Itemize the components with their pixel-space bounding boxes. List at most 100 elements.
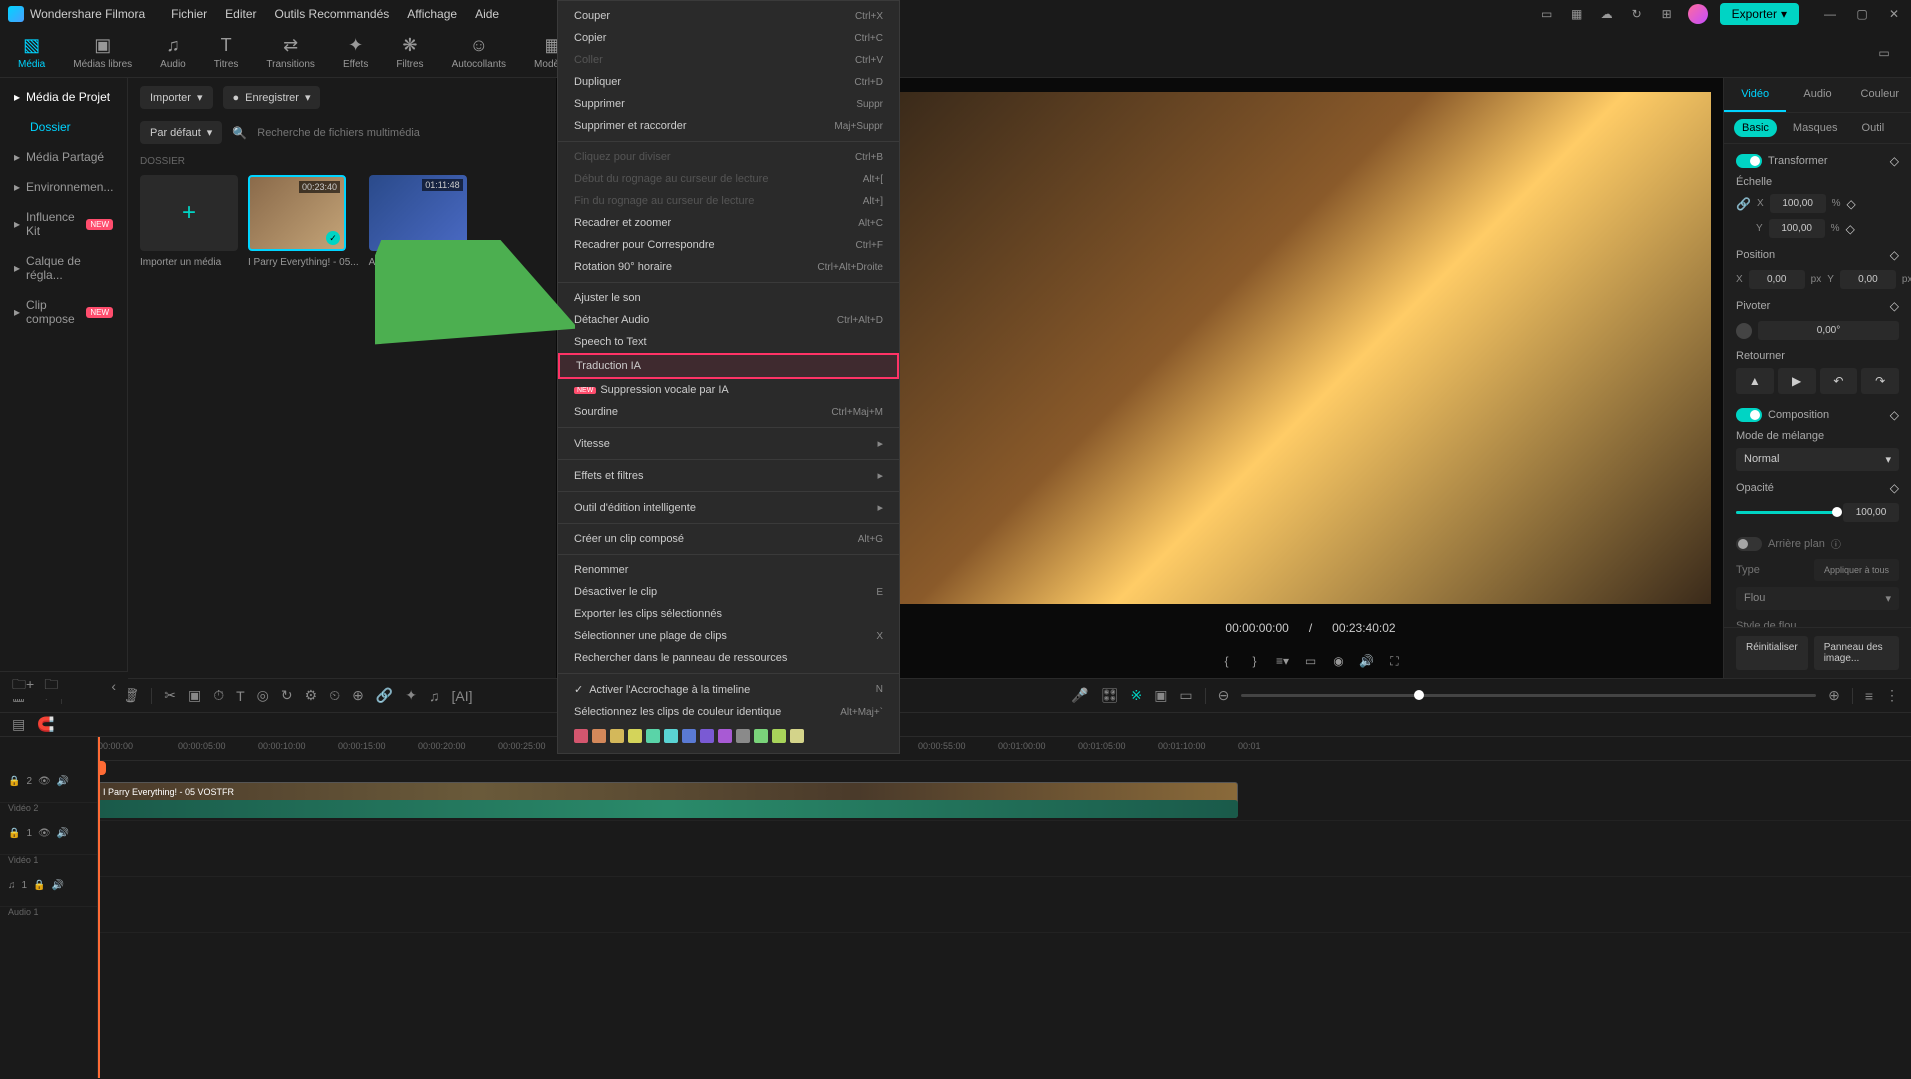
apps-icon[interactable]: ⊞: [1658, 5, 1676, 23]
opacity-input[interactable]: [1843, 503, 1899, 522]
effect-icon2[interactable]: ※: [1130, 687, 1142, 704]
rotate-ccw-button[interactable]: ↶: [1820, 368, 1858, 394]
effects-icon[interactable]: ✦: [405, 687, 417, 704]
swatch[interactable]: [700, 729, 714, 743]
swatch[interactable]: [592, 729, 606, 743]
composition-toggle[interactable]: [1736, 408, 1762, 422]
user-avatar[interactable]: [1688, 4, 1708, 24]
ruler[interactable]: 00:00:0000:00:05:0000:00:10:0000:00:15:0…: [98, 737, 1911, 761]
media-thumb-2[interactable]: 01:11:48: [369, 175, 467, 251]
help-icon[interactable]: ⓘ: [1831, 536, 1841, 551]
media-thumb-1[interactable]: 00:23:40 ✓: [248, 175, 346, 251]
bg-type-select[interactable]: Flou▾: [1736, 587, 1899, 610]
zoom-in-icon[interactable]: ⊕: [1828, 687, 1840, 704]
tool-transitions[interactable]: ⇄ Transitions: [266, 35, 315, 70]
ctx-recadrer-pour-correspondre[interactable]: Recadrer pour CorrespondreCtrl+F: [558, 234, 899, 256]
quality-icon[interactable]: ≡▾: [1274, 652, 1292, 670]
track-label-audio1[interactable]: ♫1🔒🔊: [0, 865, 97, 907]
save-dropdown[interactable]: ● Enregistrer ▾: [223, 86, 321, 109]
ctx-d-sactiver-le-clip[interactable]: Désactiver le clipE: [558, 581, 899, 603]
keyframe-icon[interactable]: ◇: [1890, 299, 1899, 313]
tool-medias-libres[interactable]: ▣ Médias libres: [73, 35, 132, 70]
sidebar-dossier[interactable]: Dossier: [0, 112, 127, 142]
tool-titres[interactable]: T Titres: [214, 35, 239, 70]
ctx-rechercher-dans-le-panneau-de-ressources[interactable]: Rechercher dans le panneau de ressources: [558, 647, 899, 669]
keyframe-icon[interactable]: ◇: [1847, 197, 1856, 211]
import-dropdown[interactable]: Importer ▾: [140, 86, 213, 109]
center-icon[interactable]: ⊕: [352, 687, 364, 704]
crop-icon[interactable]: ▣: [188, 687, 201, 704]
export-button[interactable]: Exporter ▾: [1720, 3, 1799, 25]
track-label-video1[interactable]: 🔒1👁🔊: [0, 813, 97, 855]
fullscreen-icon[interactable]: ⛶: [1386, 652, 1404, 670]
track-video2[interactable]: I Parry Everything! - 05 VOSTFR: [98, 779, 1911, 821]
cut-icon[interactable]: ✂: [164, 687, 176, 704]
sidebar-environnement[interactable]: ▸Environnemen...: [0, 172, 127, 202]
sidebar-media-partage[interactable]: ▸Média Partagé: [0, 142, 127, 172]
ctx-ajuster-le-son[interactable]: Ajuster le son: [558, 287, 899, 309]
snapshot-icon[interactable]: ◉: [1330, 652, 1348, 670]
ctx-d-tacher-audio[interactable]: Détacher AudioCtrl+Alt+D: [558, 309, 899, 331]
rotate-input[interactable]: [1758, 321, 1899, 340]
ctx-sourdine[interactable]: SourdineCtrl+Maj+M: [558, 401, 899, 423]
search-input[interactable]: [257, 127, 544, 139]
ctx-copier[interactable]: CopierCtrl+C: [558, 27, 899, 49]
tab-couleur[interactable]: Couleur: [1849, 78, 1911, 112]
swatch[interactable]: [682, 729, 696, 743]
magnet-icon[interactable]: 🧲: [37, 716, 54, 733]
timer-icon[interactable]: ⏲: [329, 687, 340, 704]
pos-x-input[interactable]: [1749, 270, 1805, 289]
menu-aide[interactable]: Aide: [475, 7, 499, 21]
opacity-slider[interactable]: [1736, 511, 1837, 514]
close-button[interactable]: ✕: [1885, 5, 1903, 23]
tool-effets[interactable]: ✦ Effets: [343, 35, 368, 70]
swatch[interactable]: [664, 729, 678, 743]
ctx-recadrer-et-zoomer[interactable]: Recadrer et zoomerAlt+C: [558, 212, 899, 234]
save-icon[interactable]: ▦: [1568, 5, 1586, 23]
ctx-supprimer-et-raccorder[interactable]: Supprimer et raccorderMaj+Suppr: [558, 115, 899, 137]
compare-icon[interactable]: ▭: [1302, 652, 1320, 670]
sidebar-influence-kit[interactable]: ▸Influence KitNEW: [0, 202, 127, 246]
ctx-speech-to-text[interactable]: Speech to Text: [558, 331, 899, 353]
tab-audio[interactable]: Audio: [1786, 78, 1848, 112]
ctx-effets-et-filtres[interactable]: Effets et filtres▸: [558, 464, 899, 487]
collapse-icon[interactable]: ‹: [111, 678, 116, 694]
record-icon[interactable]: ▣: [1154, 687, 1167, 704]
screen-icon[interactable]: ▭: [1538, 5, 1556, 23]
apply-all-button[interactable]: Appliquer à tous: [1814, 559, 1899, 581]
reset-button[interactable]: Réinitialiser: [1736, 636, 1808, 670]
rotate-dial[interactable]: [1736, 323, 1752, 339]
keyframe-icon[interactable]: ◇: [1890, 154, 1899, 168]
tab-video[interactable]: Vidéo: [1724, 78, 1786, 112]
keyframe-icon[interactable]: ◇: [1890, 481, 1899, 495]
tool-media[interactable]: ▧ Média: [18, 35, 45, 70]
preview-canvas[interactable]: [898, 92, 1711, 604]
minimize-button[interactable]: —: [1821, 5, 1839, 23]
ctx-dupliquer[interactable]: DupliquerCtrl+D: [558, 71, 899, 93]
swatch[interactable]: [790, 729, 804, 743]
menu-affichage[interactable]: Affichage: [407, 7, 457, 21]
menu-fichier[interactable]: Fichier: [171, 7, 207, 21]
mixer-icon[interactable]: 🎛: [1101, 687, 1119, 704]
swatch[interactable]: [646, 729, 660, 743]
blend-mode-select[interactable]: Normal▾: [1736, 448, 1899, 471]
ctx-exporter-les-clips-s-lectionn-s[interactable]: Exporter les clips sélectionnés: [558, 603, 899, 625]
ctx-outil-d-dition-intelligente[interactable]: Outil d'édition intelligente▸: [558, 496, 899, 519]
link-icon[interactable]: 🔗: [1736, 197, 1751, 211]
volume-icon[interactable]: 🔊: [1358, 652, 1376, 670]
rotate-icon[interactable]: ↻: [281, 687, 293, 704]
swatch[interactable]: [718, 729, 732, 743]
zoom-out-icon[interactable]: ⊖: [1218, 687, 1230, 704]
bracket-close-icon[interactable]: }: [1246, 652, 1264, 670]
menu-outils[interactable]: Outils Recommandés: [275, 7, 390, 21]
scale-y-input[interactable]: [1769, 219, 1825, 238]
ctx-traduction-ia[interactable]: Traduction IA: [558, 353, 899, 379]
flip-v-button[interactable]: ▶: [1778, 368, 1816, 394]
image-panel-button[interactable]: Panneau des image...: [1814, 636, 1899, 670]
keyframe-icon[interactable]: ◇: [1890, 248, 1899, 262]
import-media-thumb[interactable]: +: [140, 175, 238, 251]
swatch[interactable]: [610, 729, 624, 743]
ctx-supprimer[interactable]: SupprimerSuppr: [558, 93, 899, 115]
scale-x-input[interactable]: [1770, 194, 1826, 213]
sidebar-media-projet[interactable]: ▸Média de Projet: [0, 82, 127, 112]
